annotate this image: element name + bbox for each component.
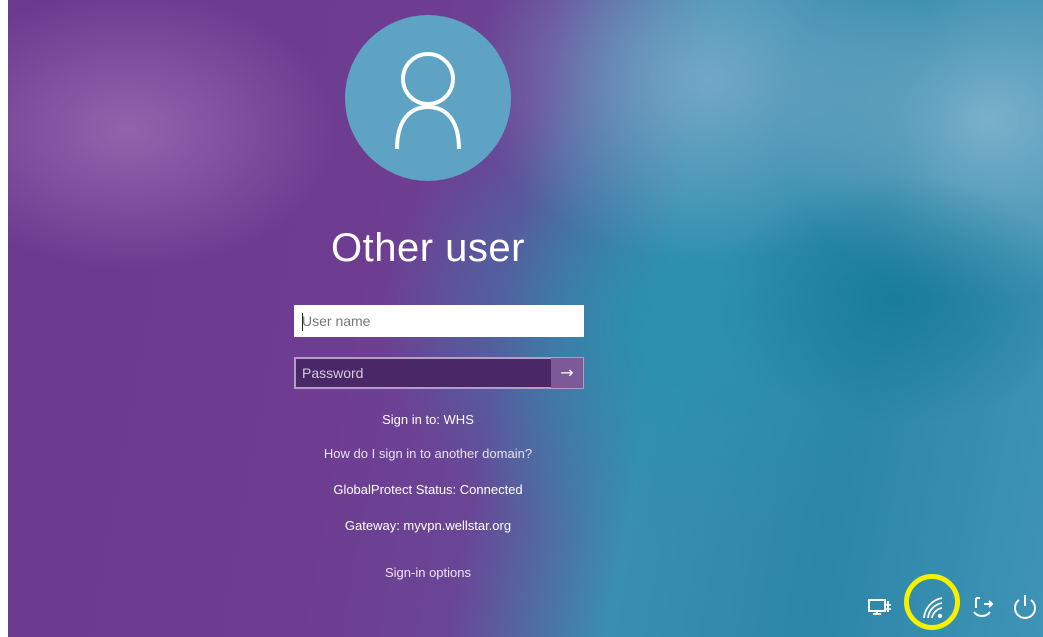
- network-connect-icon[interactable]: [864, 588, 898, 626]
- sign-in-domain-label: Sign in to: WHS: [382, 412, 474, 427]
- text-cursor: [302, 313, 303, 331]
- submit-arrow-button[interactable]: →: [551, 358, 583, 388]
- wifi-icon[interactable]: [916, 588, 950, 626]
- lock-screen: Other user → Sign in to: WHS How do I si…: [8, 0, 1043, 637]
- password-field-box: →: [294, 357, 584, 389]
- user-icon: [395, 52, 461, 150]
- username-input[interactable]: [296, 307, 582, 335]
- user-avatar: [345, 15, 511, 181]
- other-domain-link[interactable]: How do I sign in to another domain?: [228, 446, 628, 461]
- user-title: Other user: [331, 226, 525, 270]
- password-input[interactable]: [296, 359, 554, 387]
- sign-in-options-link[interactable]: Sign-in options: [228, 565, 628, 580]
- globalprotect-status: GlobalProtect Status: Connected: [333, 482, 523, 497]
- accessibility-icon[interactable]: [966, 588, 1000, 626]
- power-icon[interactable]: [1008, 588, 1042, 626]
- username-field-box: [294, 305, 584, 337]
- gateway-label: Gateway: myvpn.wellstar.org: [344, 518, 512, 533]
